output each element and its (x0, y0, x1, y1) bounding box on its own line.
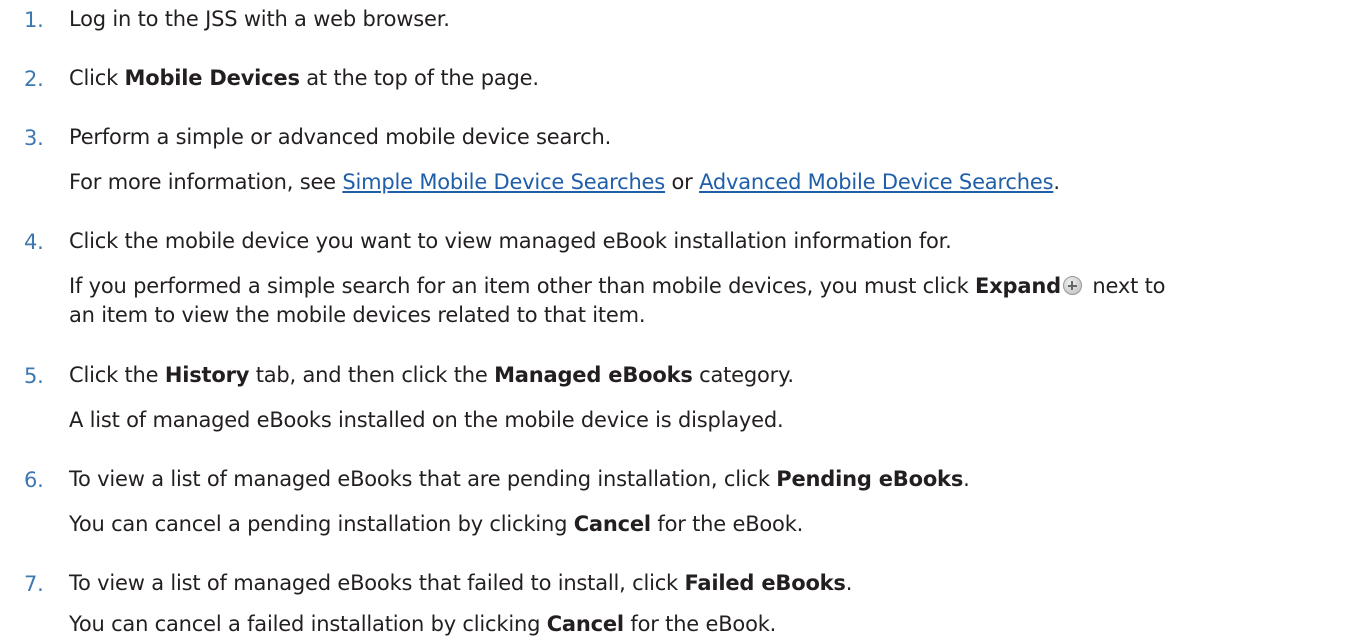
ui-term: Managed eBooks (494, 363, 693, 387)
simple-search-link[interactable]: Simple Mobile Device Searches (342, 170, 665, 194)
ui-term: Failed eBooks (684, 571, 846, 595)
ui-term: Mobile Devices (124, 66, 300, 90)
step-text: To view a list of managed eBooks that fa… (69, 571, 853, 595)
ui-term: Pending eBooks (776, 467, 964, 491)
step-note: You can cancel a failed installation by … (69, 612, 777, 636)
step-number: 4. (24, 230, 44, 254)
step-number: 5. (24, 364, 44, 388)
step-text: Click the History tab, and then click th… (69, 363, 794, 387)
step-text: To view a list of managed eBooks that ar… (69, 467, 970, 491)
step-text: Perform a simple or advanced mobile devi… (69, 125, 612, 149)
ui-term: Cancel (573, 512, 651, 536)
step-number: 1. (24, 8, 44, 32)
step-note: For more information, see Simple Mobile … (69, 170, 1060, 194)
step-text: Click Mobile Devices at the top of the p… (69, 66, 539, 90)
ui-term: Expand (975, 274, 1061, 298)
step-text: Click the mobile device you want to view… (69, 229, 952, 253)
step-note: A list of managed eBooks installed on th… (69, 408, 784, 432)
procedure-steps: 1. Log in to the JSS with a web browser.… (0, 0, 1361, 643)
ui-term: Cancel (546, 612, 624, 636)
step-note: You can cancel a pending installation by… (69, 512, 804, 536)
ui-term: History (164, 363, 250, 387)
plus-circle-icon (1062, 276, 1082, 295)
step-number: 2. (24, 67, 44, 91)
step-text: Log in to the JSS with a web browser. (69, 7, 450, 31)
step-number: 7. (24, 572, 44, 596)
step-number: 6. (24, 468, 44, 492)
advanced-search-link[interactable]: Advanced Mobile Device Searches (699, 170, 1053, 194)
step-number: 3. (24, 126, 44, 150)
step-note: an item to view the mobile devices relat… (69, 303, 646, 327)
step-note: If you performed a simple search for an … (69, 274, 1166, 298)
